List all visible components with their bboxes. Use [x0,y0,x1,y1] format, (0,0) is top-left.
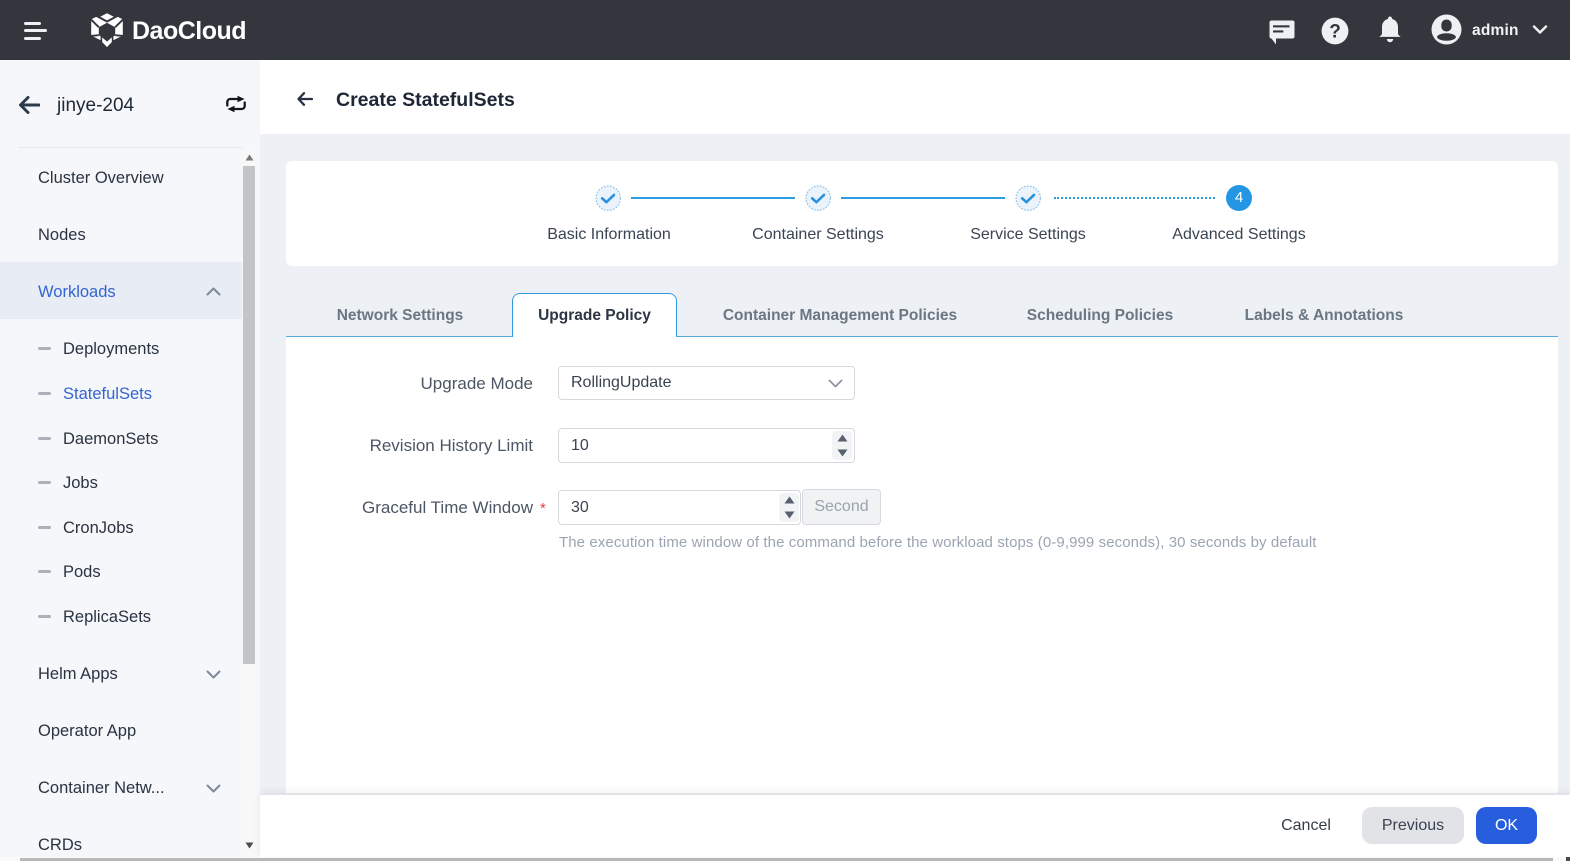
svg-text:?: ? [1329,22,1341,43]
